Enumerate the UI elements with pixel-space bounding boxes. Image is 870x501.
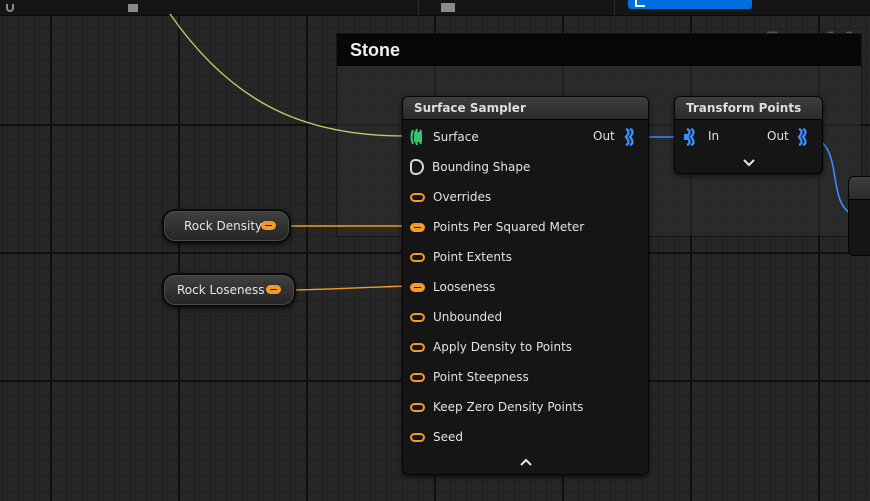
sampler-out-pin-icon[interactable] (622, 128, 637, 146)
transform-out-pin-icon[interactable] (795, 128, 810, 146)
pin-label-seed: Seed (433, 430, 463, 444)
bounding-shape-pin-icon[interactable] (410, 159, 424, 175)
rock-density-label: Rock Density (184, 219, 263, 233)
point-extents-pin-icon[interactable] (410, 252, 425, 262)
apply-density-pin-icon[interactable] (410, 342, 425, 352)
looseness-pin-icon[interactable] (410, 282, 425, 292)
transform-in-pin-icon[interactable] (683, 128, 698, 146)
rock-loseness-out-pin[interactable] (266, 285, 281, 294)
pin-label-looseness: Looseness (433, 280, 496, 294)
rock-loseness-wire (293, 285, 411, 291)
rock-density-out-pin[interactable] (261, 221, 276, 230)
pin-label-point-extents: Point Extents (433, 250, 512, 264)
surface-input-wire (169, 13, 405, 137)
rock-loseness-variable[interactable]: Rock Loseness (162, 273, 296, 307)
unbounded-pin-icon[interactable] (410, 312, 425, 322)
surface-sampler-node[interactable]: Surface Sampler Surface Out Bounding Sha… (402, 96, 649, 475)
pin-row-bounding-shape[interactable]: Bounding Shape (410, 158, 530, 176)
transform-points-title: Transform Points (675, 97, 822, 120)
pin-row-unbounded[interactable]: Unbounded (410, 308, 502, 326)
seed-pin-icon[interactable] (410, 432, 425, 442)
pin-row-points-per-squared-meter[interactable]: Points Per Squared Meter (410, 218, 584, 236)
pin-row-surface[interactable]: Surface (410, 128, 479, 146)
pin-label-overrides: Overrides (433, 190, 492, 204)
pin-label-bounding-shape: Bounding Shape (432, 160, 531, 174)
pin-label-keep-zero-density: Keep Zero Density Points (433, 400, 584, 414)
pin-row-apply-density[interactable]: Apply Density to Points (410, 338, 572, 356)
sampler-out-label: Out (593, 129, 615, 143)
pin-row-keep-zero-density[interactable]: Keep Zero Density Points (410, 398, 583, 416)
pin-label-apply-density: Apply Density to Points (433, 340, 573, 354)
pin-row-point-steepness[interactable]: Point Steepness (410, 368, 529, 386)
offscreen-node-header (849, 177, 870, 200)
rock-loseness-label: Rock Loseness (177, 283, 265, 297)
pin-label-unbounded: Unbounded (433, 310, 503, 324)
pin-label-surface: Surface (433, 130, 479, 144)
collapse-chevron-up-icon[interactable] (520, 458, 532, 466)
surface-pin-icon[interactable] (410, 128, 425, 146)
pin-label-point-steepness: Point Steepness (433, 370, 529, 384)
pin-label-points-per-squared-meter: Points Per Squared Meter (433, 220, 585, 234)
overrides-pin-icon[interactable] (410, 192, 425, 202)
point-steepness-pin-icon[interactable] (410, 372, 425, 382)
pin-row-looseness[interactable]: Looseness (410, 278, 495, 296)
keep-zero-density-pin-icon[interactable] (410, 402, 425, 412)
transform-in-label: In (708, 129, 720, 143)
rock-density-variable[interactable]: Rock Density (162, 209, 291, 243)
offscreen-node[interactable] (848, 176, 870, 256)
pin-row-seed[interactable]: Seed (410, 428, 463, 446)
pin-row-overrides[interactable]: Overrides (410, 188, 491, 206)
points-per-squared-meter-pin-icon[interactable] (410, 222, 425, 232)
transform-out-label: Out (767, 129, 789, 143)
surface-sampler-title: Surface Sampler (403, 97, 648, 120)
transform-points-node[interactable]: Transform Points In Out (674, 96, 823, 174)
expand-chevron-down-icon[interactable] (743, 159, 755, 167)
pin-row-point-extents[interactable]: Point Extents (410, 248, 512, 266)
